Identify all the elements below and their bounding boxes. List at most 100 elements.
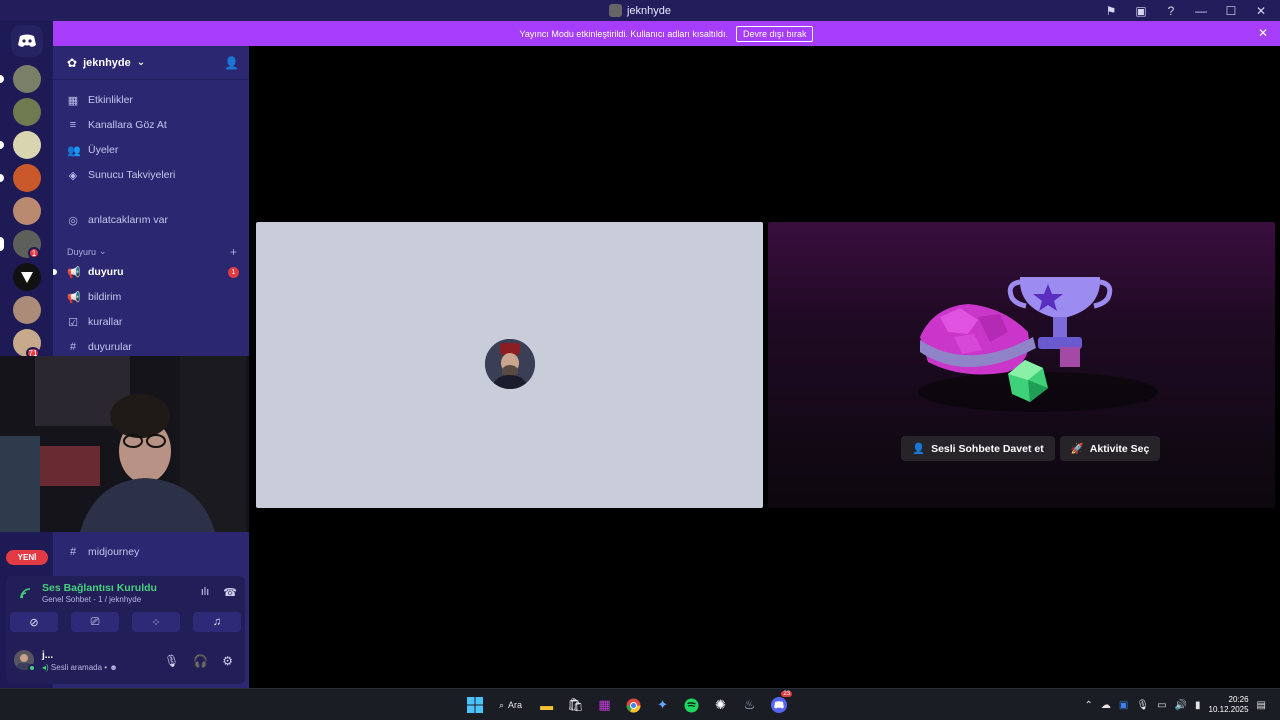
- menu-server-boosts[interactable]: ◈ Sunucu Takviyeleri: [61, 164, 241, 186]
- steam-icon[interactable]: ♨: [737, 693, 762, 717]
- menu-label: Kanallara Göz At: [88, 119, 167, 131]
- server-boost-icon: ✿: [67, 55, 78, 70]
- microphone-icon[interactable]: 🎙: [164, 654, 179, 668]
- battery-icon[interactable]: ▮: [1195, 700, 1201, 711]
- maximize-icon[interactable]: ☐: [1216, 0, 1246, 21]
- volume-icon[interactable]: 🔊: [1175, 700, 1187, 711]
- boost-icon: ◈: [68, 169, 78, 182]
- channel-duyurular[interactable]: # duyurular: [61, 336, 241, 358]
- help-icon[interactable]: ?: [1156, 0, 1186, 21]
- members-icon: 👥: [67, 144, 81, 157]
- minimize-icon[interactable]: —: [1186, 0, 1216, 21]
- channel-duyuru[interactable]: 📢 duyuru: [61, 261, 241, 283]
- server-icon-1[interactable]: [13, 65, 41, 93]
- clock[interactable]: 20:26 10.12.2025: [1209, 695, 1249, 715]
- stage-icon: ◎: [68, 214, 78, 227]
- screen-share-icon: ⎚: [90, 615, 100, 628]
- noise-suppression-icon[interactable]: ılı: [201, 586, 210, 599]
- server-icon-5[interactable]: [13, 197, 41, 225]
- channel-label: duyuru: [88, 266, 124, 278]
- list-icon: ≡: [69, 119, 77, 131]
- disable-streamer-mode-button[interactable]: Devre dışı bırak: [735, 25, 814, 42]
- taskbar: ⌕ Ara ▬ 🛍 ▦ ✦ ✺ ♨ 23 ⌃ ☁ ▣ 🎙 ▭ 🔊 ▮ 20:26…: [0, 688, 1280, 720]
- voice-connected-label: Ses Bağlantısı Kuruldu: [42, 582, 157, 594]
- taskbar-search[interactable]: ⌕ Ara: [491, 693, 530, 717]
- spotify-icon[interactable]: [679, 693, 704, 717]
- channel-bildirim[interactable]: 📢 bildirim: [61, 286, 241, 308]
- user-status-text: ◂) Sesli aramada • ☻: [42, 663, 118, 672]
- invite-to-voice-label: Sesli Sohbete Davet et: [931, 442, 1044, 455]
- menu-browse-channels[interactable]: ≡ Kanallara Göz At: [61, 114, 241, 136]
- server-header[interactable]: ✿ jeknhyde ⌄ 👤: [53, 46, 249, 80]
- rules-icon: ☑: [68, 316, 78, 329]
- microphone-tray-icon[interactable]: 🎙: [1136, 700, 1149, 711]
- disconnect-icon[interactable]: ☎: [223, 586, 237, 599]
- person-icon: ☻: [109, 663, 118, 672]
- choose-activity-label: Aktivite Seç: [1089, 442, 1150, 455]
- close-icon[interactable]: ✕: [1246, 0, 1276, 21]
- banner-close-icon[interactable]: ✕: [1258, 26, 1268, 40]
- streamer-mode-banner: Yayıncı Modu etkinleştirildi. Kullanıcı …: [53, 21, 1280, 46]
- channel-label: kurallar: [88, 316, 123, 328]
- activities-button[interactable]: ⁘: [132, 612, 180, 632]
- flag-icon[interactable]: ⚑: [1096, 0, 1126, 21]
- screen-share-button[interactable]: ⎚: [71, 612, 119, 632]
- server-pill: [0, 174, 4, 182]
- camera-off-icon: ⊘: [29, 616, 39, 629]
- discord-taskbar-icon[interactable]: 23: [766, 691, 793, 717]
- window-title-text: jeknhyde: [626, 4, 672, 17]
- discord-home-button[interactable]: [11, 25, 43, 57]
- webcam-overlay: [0, 356, 249, 532]
- channel-midjourney[interactable]: # midjourney: [61, 541, 241, 563]
- user-area[interactable]: j... ◂) Sesli aramada • ☻ 🎙 🎧 ⚙: [10, 646, 241, 680]
- onedrive-icon[interactable]: ☁: [1101, 700, 1111, 711]
- channel-kurallar[interactable]: ☑ kurallar: [61, 311, 241, 333]
- app-tray-icon[interactable]: ▣: [1119, 700, 1128, 711]
- camera-off-button[interactable]: ⊘: [10, 612, 58, 632]
- server-icon-7[interactable]: [13, 263, 41, 291]
- hashtag-icon: #: [69, 341, 77, 353]
- spotify-logo: [684, 698, 699, 712]
- chrome-logo: [626, 698, 641, 713]
- server-icon-4[interactable]: [13, 164, 41, 192]
- soundboard-button[interactable]: ♫: [193, 612, 241, 632]
- choose-activity-button[interactable]: 🚀 Aktivite Seç: [1059, 436, 1161, 461]
- title-avatar: [608, 4, 622, 17]
- server-icon-2[interactable]: [13, 98, 41, 126]
- invite-people-icon[interactable]: 👤: [224, 56, 239, 70]
- category-duyuru[interactable]: Duyuru ⌄: [67, 246, 107, 257]
- copilot-icon[interactable]: ✦: [650, 693, 675, 717]
- window-titlebar: jeknhyde ⚑ ▣ ? — ☐ ✕: [0, 0, 1280, 21]
- chrome-icon[interactable]: [621, 693, 646, 717]
- inbox-icon[interactable]: ▣: [1126, 0, 1156, 21]
- server-icon-3[interactable]: [13, 131, 41, 159]
- stage-channel[interactable]: ◎ anlatcaklarım var: [61, 209, 241, 231]
- headphones-icon[interactable]: 🎧: [193, 654, 208, 668]
- participant-avatar-image: [485, 339, 535, 389]
- network-icon[interactable]: ▭: [1157, 700, 1166, 711]
- create-channel-icon[interactable]: +: [230, 245, 237, 259]
- voice-participant-tile[interactable]: [256, 222, 763, 508]
- chatgpt-icon[interactable]: ✺: [708, 693, 733, 717]
- app-purple-icon[interactable]: ▦: [592, 693, 617, 717]
- chevron-up-icon[interactable]: ⌃: [1085, 700, 1093, 711]
- windows-logo: [466, 697, 483, 713]
- server-name: jeknhyde: [83, 56, 131, 69]
- invite-to-voice-button[interactable]: 👤 Sesli Sohbete Davet et: [901, 436, 1055, 461]
- speaker-icon: ◂): [42, 663, 49, 672]
- category-label: Duyuru: [67, 246, 97, 257]
- menu-members[interactable]: 👥 Üyeler: [61, 139, 241, 161]
- file-explorer-icon[interactable]: ▬: [534, 693, 559, 717]
- rocket-icon: 🚀: [1070, 443, 1084, 455]
- username: j...: [42, 650, 54, 661]
- signal-icon: [20, 588, 31, 602]
- menu-label: Üyeler: [88, 144, 119, 156]
- notification-icon[interactable]: ▤: [1257, 700, 1266, 711]
- online-status-dot: [28, 664, 36, 672]
- chevron-down-icon: ⌄: [99, 246, 107, 256]
- store-icon[interactable]: 🛍: [563, 693, 588, 717]
- server-icon-8[interactable]: [13, 296, 41, 324]
- settings-gear-icon[interactable]: ⚙: [222, 654, 233, 668]
- menu-events[interactable]: ▦ Etkinlikler: [61, 89, 241, 111]
- start-windows-icon[interactable]: [462, 693, 487, 717]
